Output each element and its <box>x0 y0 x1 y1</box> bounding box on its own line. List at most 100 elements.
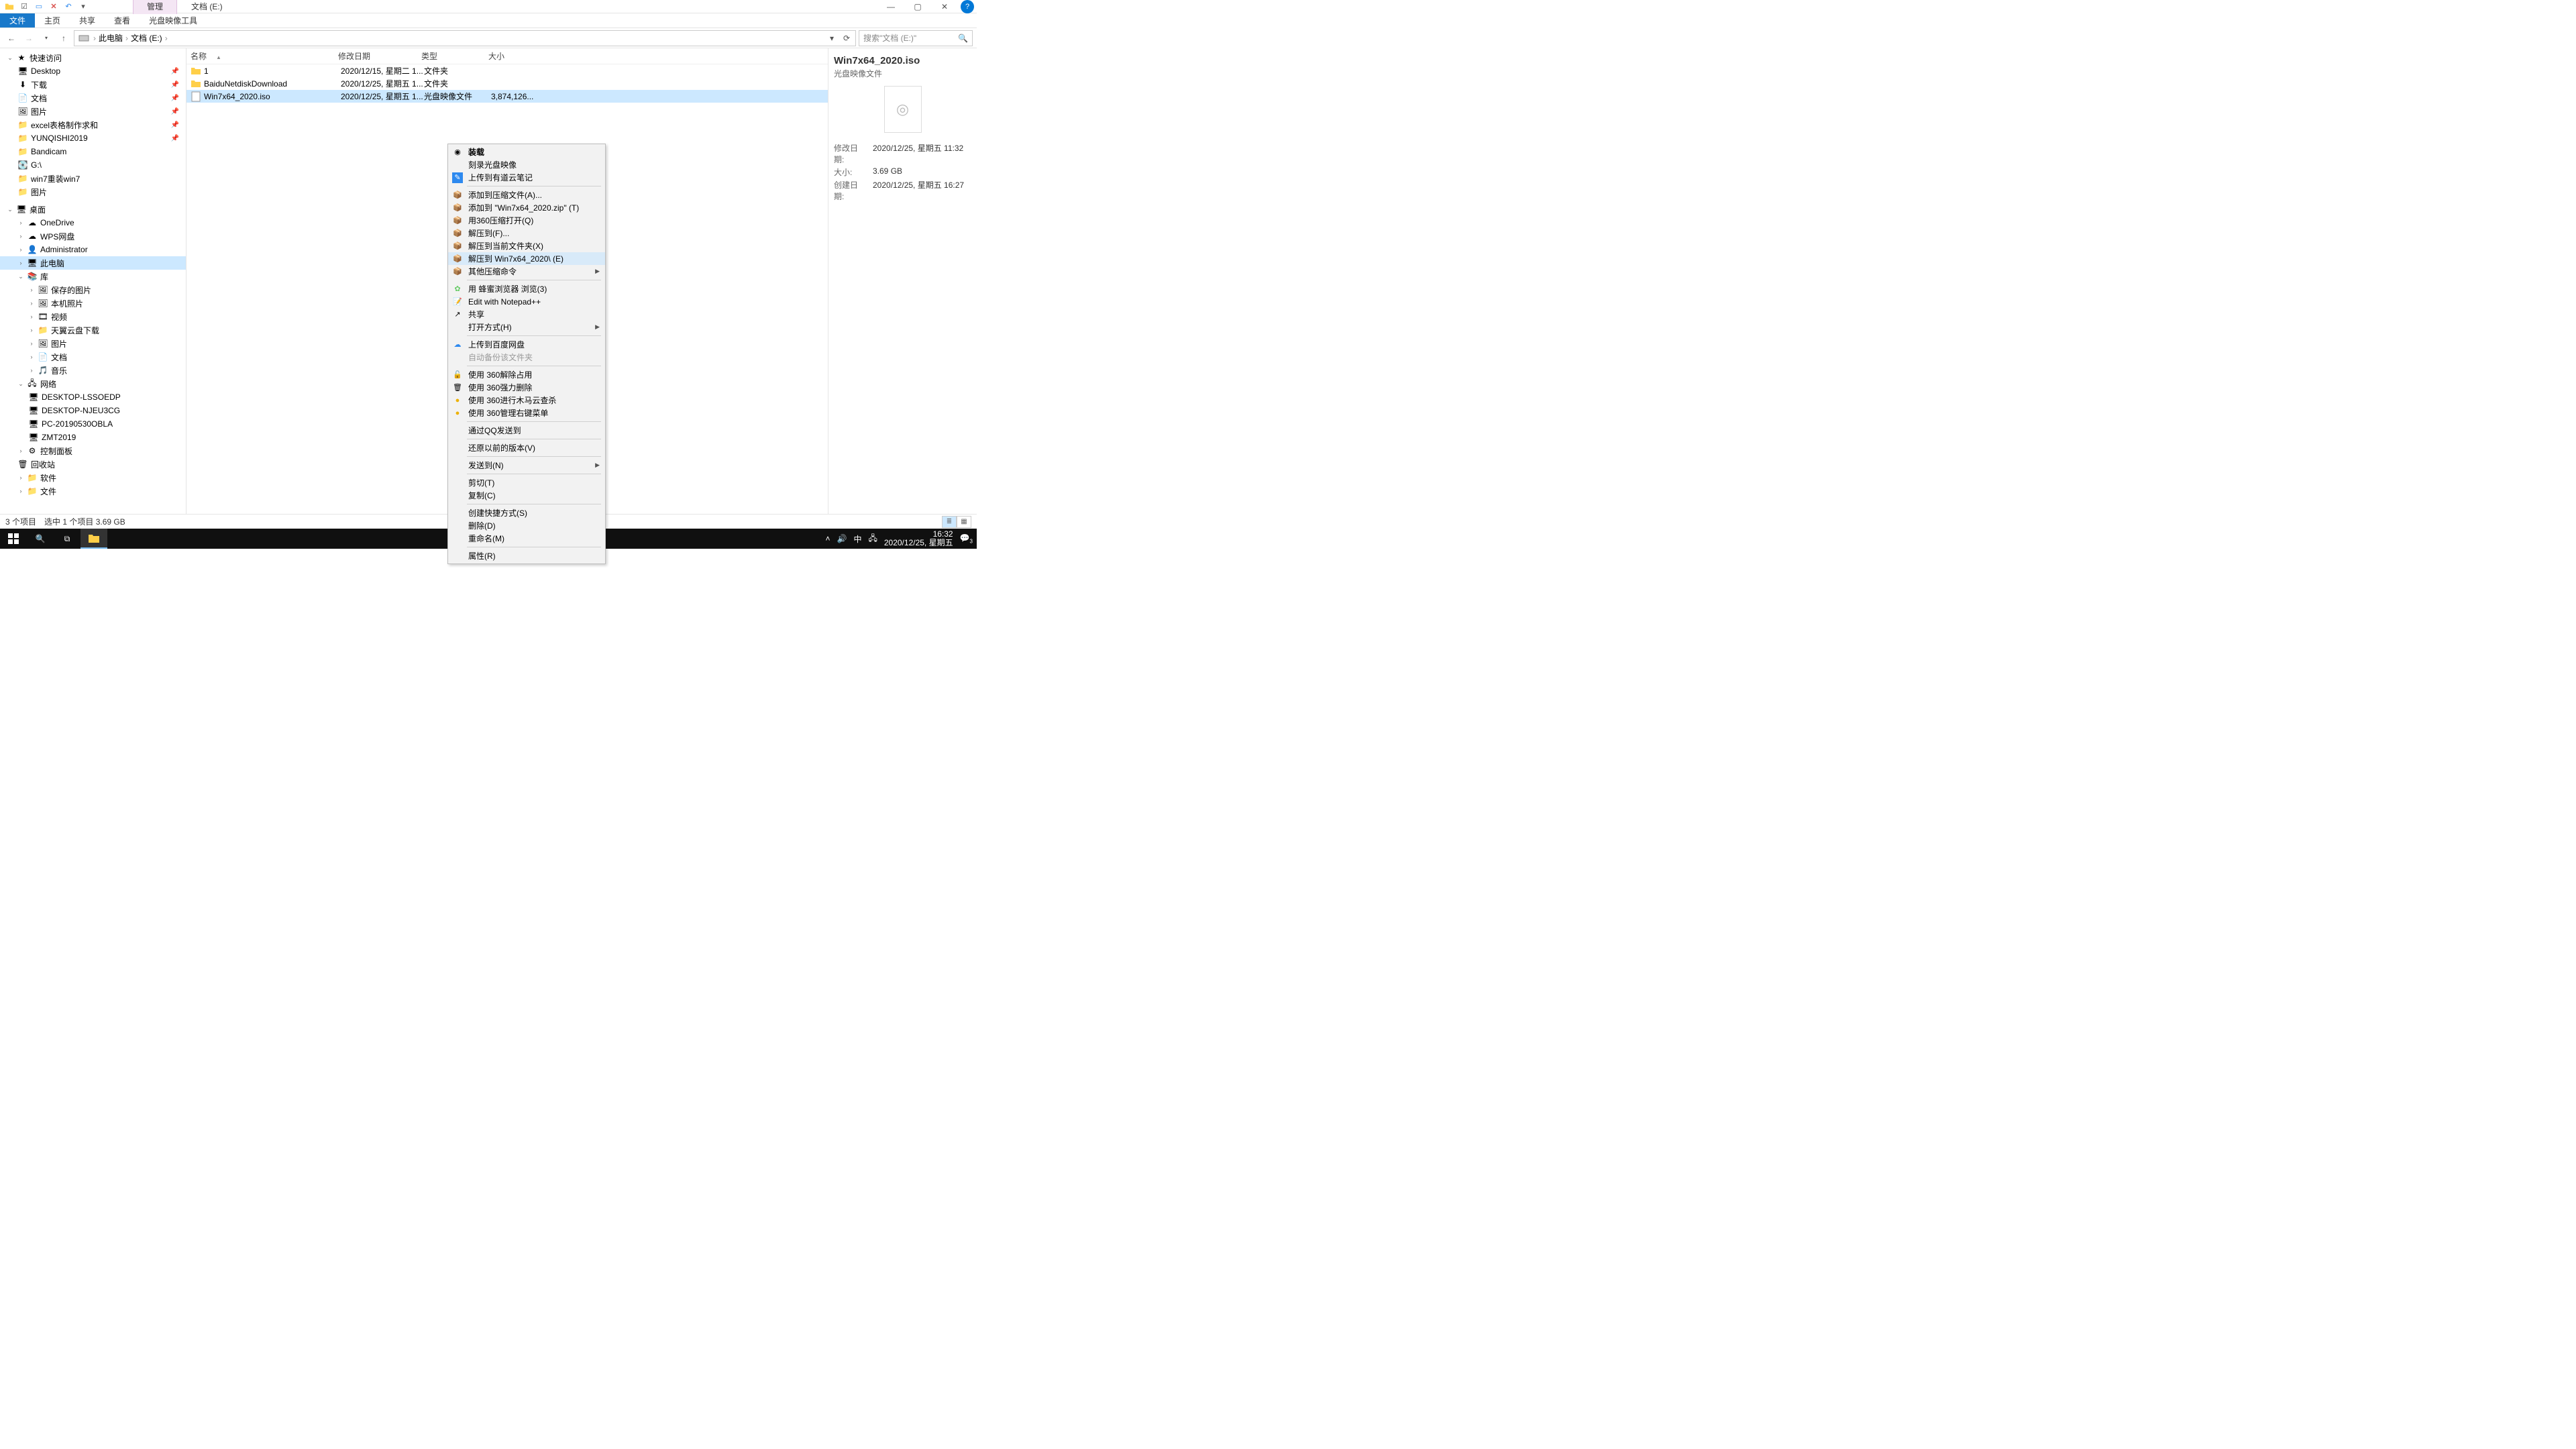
ctx-add-archive[interactable]: 📦添加到压缩文件(A)... <box>448 189 605 201</box>
nav-up-icon[interactable]: ↑ <box>56 31 71 46</box>
ctx-youdao[interactable]: ✎上传到有道云笔记 <box>448 171 605 184</box>
ctx-qq-send[interactable]: 通过QQ发送到 <box>448 424 605 437</box>
file-row[interactable]: BaiduNetdiskDownload 2020/12/25, 星期五 1..… <box>186 77 828 90</box>
tree-excel[interactable]: 📁excel表格制作求和📌 <box>0 118 186 131</box>
tree-network[interactable]: ⌄🖧网络 <box>0 377 186 390</box>
tree-recycle[interactable]: 🗑回收站 <box>0 458 186 471</box>
ribbon-disc-tools[interactable]: 光盘映像工具 <box>140 13 207 28</box>
tree-onedrive[interactable]: ›☁OneDrive <box>0 216 186 229</box>
tree-desktop[interactable]: 🖥Desktop📌 <box>0 64 186 78</box>
ribbon-home[interactable]: 主页 <box>35 13 70 28</box>
qat-new-folder-icon[interactable]: ▭ <box>34 1 44 12</box>
tree-music[interactable]: ›🎵音乐 <box>0 364 186 377</box>
tree-saved-pictures[interactable]: ›🖼保存的图片 <box>0 283 186 297</box>
start-button[interactable] <box>0 529 27 549</box>
tray-ime[interactable]: 中 <box>853 533 861 545</box>
ctx-360-force-delete[interactable]: 🗑使用 360强力删除 <box>448 381 605 394</box>
tree-desktop-root[interactable]: ⌄🖥桌面 <box>0 203 186 216</box>
col-name[interactable]: 名称▲ <box>186 50 334 62</box>
ctx-send-to[interactable]: 发送到(N)▶ <box>448 459 605 472</box>
tree-quick-access[interactable]: ⌄★快速访问 <box>0 51 186 64</box>
nav-tree[interactable]: ⌄★快速访问 🖥Desktop📌 ⬇下载📌 📄文档📌 🖼图片📌 📁excel表格… <box>0 48 186 514</box>
tree-downloads[interactable]: ⬇下载📌 <box>0 78 186 91</box>
ctx-open-360zip[interactable]: 📦用360压缩打开(Q) <box>448 214 605 227</box>
tree-admin[interactable]: ›👤Administrator <box>0 243 186 256</box>
tree-soft[interactable]: ›📁软件 <box>0 471 186 484</box>
address-history-icon[interactable]: ▾ <box>824 31 839 46</box>
ctx-360-scan[interactable]: ●使用 360进行木马云查杀 <box>448 394 605 407</box>
tree-win7rw[interactable]: 📁win7重装win7 <box>0 172 186 185</box>
ribbon-view[interactable]: 查看 <box>105 13 140 28</box>
chevron-right-icon[interactable]: › <box>92 34 97 43</box>
search-box[interactable]: 搜索"文档 (E:)" 🔍 <box>859 30 973 46</box>
ctx-notepadpp[interactable]: 📝Edit with Notepad++ <box>448 295 605 308</box>
view-details-button[interactable]: ≣ <box>942 516 957 528</box>
ctx-cut[interactable]: 剪切(T) <box>448 476 605 489</box>
tree-library[interactable]: ⌄📚库 <box>0 270 186 283</box>
qat-undo-icon[interactable]: ↶ <box>63 1 74 12</box>
taskbar-search-icon[interactable]: 🔍 <box>27 529 54 549</box>
minimize-button[interactable]: — <box>877 0 904 13</box>
ctx-copy[interactable]: 复制(C) <box>448 489 605 502</box>
ctx-extract-here[interactable]: 📦解压到当前文件夹(X) <box>448 239 605 252</box>
ctx-extract-to[interactable]: 📦解压到(F)... <box>448 227 605 239</box>
ctx-properties[interactable]: 属性(R) <box>448 549 605 562</box>
address-bar[interactable]: › 此电脑 › 文档 (E:) › ▾ ⟳ <box>74 30 856 46</box>
tree-pictures[interactable]: 🖼图片📌 <box>0 105 186 118</box>
tree-desktop-njeu[interactable]: 🖥DESKTOP-NJEU3CG <box>0 404 186 417</box>
ctx-open-with[interactable]: 打开方式(H)▶ <box>448 321 605 333</box>
chevron-right-icon[interactable]: › <box>124 34 129 43</box>
app-icon[interactable] <box>4 1 15 12</box>
ctx-share[interactable]: ↗共享 <box>448 308 605 321</box>
tray-volume-icon[interactable]: 🔊 <box>837 534 847 543</box>
qat-delete-icon[interactable]: ✕ <box>48 1 59 12</box>
col-date[interactable]: 修改日期 <box>334 50 417 62</box>
tree-docs2[interactable]: ›📄文档 <box>0 350 186 364</box>
file-row-selected[interactable]: Win7x64_2020.iso 2020/12/25, 星期五 1... 光盘… <box>186 90 828 103</box>
nav-forward-icon[interactable]: → <box>21 31 36 46</box>
tree-documents[interactable]: 📄文档📌 <box>0 91 186 105</box>
help-icon[interactable]: ? <box>961 0 974 13</box>
chevron-right-icon[interactable]: › <box>164 34 169 43</box>
refresh-icon[interactable]: ⟳ <box>839 31 854 46</box>
ctx-create-shortcut[interactable]: 创建快捷方式(S) <box>448 506 605 519</box>
tree-tianyi[interactable]: ›📁天翼云盘下载 <box>0 323 186 337</box>
col-size[interactable]: 大小 <box>484 50 545 62</box>
ctx-360-manage-menu[interactable]: ●使用 360管理右键菜单 <box>448 407 605 419</box>
ctx-bee-browser[interactable]: ✿用 蜂蜜浏览器 浏览(3) <box>448 282 605 295</box>
file-row[interactable]: 1 2020/12/15, 星期二 1... 文件夹 <box>186 64 828 77</box>
tree-pictures2[interactable]: 📁图片 <box>0 185 186 199</box>
tree-zmt[interactable]: 🖥ZMT2019 <box>0 431 186 444</box>
file-list[interactable]: 名称▲ 修改日期 类型 大小 1 2020/12/15, 星期二 1... 文件… <box>186 48 828 514</box>
ctx-mount[interactable]: ◉装载 <box>448 146 605 158</box>
tray-chevron-up-icon[interactable]: ˄ <box>825 534 830 543</box>
tree-files[interactable]: ›📁文件 <box>0 484 186 498</box>
tree-videos[interactable]: ›🎞视频 <box>0 310 186 323</box>
tree-control-panel[interactable]: ›⚙控制面板 <box>0 444 186 458</box>
qat-properties-icon[interactable]: ☑ <box>19 1 30 12</box>
tab-manage[interactable]: 管理 <box>133 0 177 14</box>
tree-wps[interactable]: ›☁WPS网盘 <box>0 229 186 243</box>
taskbar-taskview-icon[interactable]: ⧉ <box>54 529 80 549</box>
view-large-icons-button[interactable]: ▦ <box>957 516 971 528</box>
col-type[interactable]: 类型 <box>417 50 484 62</box>
crumb-thispc[interactable]: 此电脑 <box>97 32 124 44</box>
tray-network-icon[interactable]: 🖧 <box>868 532 877 546</box>
ribbon-file[interactable]: 文件 <box>0 13 35 28</box>
tree-desktop-lsso[interactable]: 🖥DESKTOP-LSSOEDP <box>0 390 186 404</box>
ctx-add-zip[interactable]: 📦添加到 "Win7x64_2020.zip" (T) <box>448 201 605 214</box>
nav-back-icon[interactable]: ← <box>4 31 19 46</box>
ctx-delete[interactable]: 删除(D) <box>448 519 605 532</box>
ctx-baidu-upload[interactable]: ☁上传到百度网盘 <box>448 338 605 351</box>
ribbon-share[interactable]: 共享 <box>70 13 105 28</box>
tree-thispc[interactable]: ›🖥此电脑 <box>0 256 186 270</box>
tree-bandicam[interactable]: 📁Bandicam <box>0 145 186 158</box>
tree-gdrive[interactable]: 💽G:\ <box>0 158 186 172</box>
tree-camera-roll[interactable]: ›🖼本机照片 <box>0 297 186 310</box>
tree-pictures3[interactable]: ›🖼图片 <box>0 337 186 350</box>
ctx-burn[interactable]: 刻录光盘映像 <box>448 158 605 171</box>
ctx-other-archive[interactable]: 📦其他压缩命令▶ <box>448 265 605 278</box>
maximize-button[interactable]: ▢ <box>904 0 931 13</box>
ctx-rename[interactable]: 重命名(M) <box>448 532 605 545</box>
ctx-restore-version[interactable]: 还原以前的版本(V) <box>448 441 605 454</box>
